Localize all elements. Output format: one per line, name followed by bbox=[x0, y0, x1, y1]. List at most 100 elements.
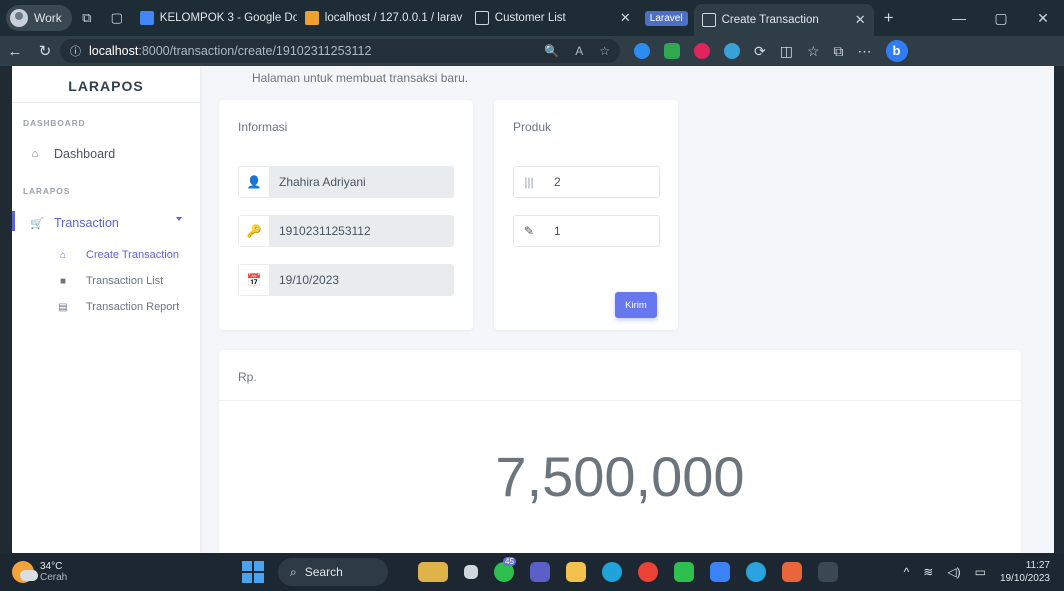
teams-icon[interactable] bbox=[530, 562, 550, 582]
tab-title: KELOMPOK 3 - Google Do bbox=[159, 12, 297, 24]
user-icon: 👤 bbox=[239, 167, 269, 197]
extensions-icon[interactable]: ⟳ bbox=[754, 43, 766, 60]
favorites-icon[interactable]: ☆ bbox=[807, 43, 820, 60]
tab-group-badge[interactable]: Laravel bbox=[644, 10, 688, 26]
sidebar-item-label: Transaction Report bbox=[86, 301, 180, 313]
whatsapp-icon[interactable]: 45 bbox=[494, 557, 516, 582]
chrome-icon[interactable] bbox=[638, 562, 658, 582]
clock-time: 11:27 bbox=[1025, 560, 1050, 571]
todo-icon[interactable] bbox=[710, 562, 730, 582]
sidebar-subitem-transaction-list[interactable]: ■ Transaction List bbox=[58, 275, 163, 287]
tab-google-docs[interactable]: KELOMPOK 3 - Google Do ✕ bbox=[132, 4, 297, 32]
split-screen-icon[interactable]: ◫ bbox=[780, 43, 793, 60]
sidebar-item-label: Transaction bbox=[54, 216, 119, 230]
widgets-icon[interactable] bbox=[418, 562, 448, 582]
chevron-down-icon[interactable] bbox=[176, 217, 182, 221]
section-header-larapos: LARAPOS bbox=[23, 186, 71, 196]
phpmyadmin-icon bbox=[304, 11, 319, 25]
cart-icon: 🛒 bbox=[30, 217, 44, 230]
taskbar-search[interactable]: ⌕ Search bbox=[278, 558, 388, 586]
telegram-icon[interactable] bbox=[746, 562, 766, 582]
total-currency-label: Rp. bbox=[238, 370, 257, 384]
favorite-star-icon[interactable]: ☆ bbox=[599, 44, 610, 58]
tab-customer-list[interactable]: Customer List ✕ bbox=[467, 4, 639, 32]
sidebar-item-label: Dashboard bbox=[54, 147, 116, 161]
read-aloud-icon[interactable]: A bbox=[575, 44, 583, 58]
quantity-input[interactable]: ✎ 1 bbox=[513, 215, 660, 247]
transaction-code-field[interactable]: 🔑 19102311253112 bbox=[238, 215, 454, 247]
maximize-icon[interactable]: ▢ bbox=[980, 10, 1022, 27]
workspaces-icon[interactable]: ⧉ bbox=[72, 10, 102, 26]
key-icon: 🔑 bbox=[239, 216, 269, 246]
windows-start-icon[interactable] bbox=[242, 561, 264, 583]
weather-condition: Cerah bbox=[40, 572, 68, 583]
brand-logo[interactable]: LARAPOS bbox=[12, 78, 200, 94]
sidebar-subitem-create-transaction[interactable]: ⌂ Create Transaction bbox=[58, 249, 179, 261]
weather-widget[interactable]: 34°C Cerah bbox=[12, 561, 212, 583]
more-icon[interactable]: ⋯ bbox=[858, 43, 872, 60]
tab-phpmyadmin[interactable]: localhost / 127.0.0.1 / larav ✕ bbox=[297, 4, 467, 32]
edge-icon[interactable] bbox=[602, 562, 622, 582]
back-icon[interactable]: ← bbox=[0, 43, 30, 60]
profile-label: Work bbox=[34, 11, 62, 25]
home-icon: ⌂ bbox=[31, 148, 39, 160]
extension-icon[interactable] bbox=[694, 43, 710, 59]
copilot-icon[interactable]: b bbox=[885, 40, 908, 62]
window-controls: — ▢ ✕ bbox=[938, 10, 1064, 27]
extension-icon[interactable] bbox=[634, 43, 650, 59]
browser-tab-strip: Work ⧉ ▢ KELOMPOK 3 - Google Do ✕ localh… bbox=[0, 0, 1064, 36]
sidebar-item-label: Transaction List bbox=[86, 275, 164, 287]
produk-title: Produk bbox=[513, 120, 552, 134]
sidebar-subitem-transaction-report[interactable]: ▤ Transaction Report bbox=[58, 301, 179, 313]
info-icon[interactable]: ⓘ bbox=[70, 43, 81, 59]
extension-icon[interactable] bbox=[664, 43, 680, 59]
page-icon bbox=[474, 11, 489, 25]
minimize-icon[interactable]: — bbox=[938, 10, 980, 27]
section-header-dashboard: DASHBOARD bbox=[23, 118, 86, 128]
product-code-value: 2 bbox=[554, 175, 561, 189]
chevron-up-icon[interactable]: ^ bbox=[904, 565, 910, 579]
close-icon[interactable]: ✕ bbox=[620, 10, 631, 26]
terminal-icon[interactable] bbox=[818, 562, 838, 582]
zoom-icon[interactable]: 🔍 bbox=[544, 44, 559, 58]
url-field[interactable]: ⓘ localhost:8000/transaction/create/1910… bbox=[60, 39, 620, 63]
clock[interactable]: 11:27 19/10/2023 bbox=[1000, 559, 1050, 585]
divider bbox=[12, 102, 200, 103]
wifi-icon[interactable]: ≋ bbox=[923, 565, 933, 579]
date-value: 19/10/2023 bbox=[269, 265, 453, 295]
tab-title: localhost / 127.0.0.1 / larav bbox=[324, 12, 463, 24]
sidebar-item-transaction[interactable]: 🛒 Transaction bbox=[30, 216, 119, 230]
close-window-icon[interactable]: ✕ bbox=[1022, 10, 1064, 27]
profile-button[interactable]: Work bbox=[6, 5, 72, 31]
collections-icon[interactable]: ⧉ bbox=[834, 43, 844, 60]
volume-icon[interactable]: ◁) bbox=[947, 565, 960, 579]
battery-icon[interactable]: ▭ bbox=[975, 565, 986, 579]
new-tab-icon[interactable]: + bbox=[874, 8, 904, 28]
task-view-icon[interactable] bbox=[464, 565, 478, 579]
customer-name-field[interactable]: 👤 Zhahira Adriyani bbox=[238, 166, 454, 198]
list-icon: ■ bbox=[59, 275, 67, 287]
date-field[interactable]: 📅 19/10/2023 bbox=[238, 264, 454, 296]
tab-actions-icon[interactable]: ▢ bbox=[102, 10, 132, 26]
tab-create-transaction[interactable]: Create Transaction ✕ bbox=[693, 4, 874, 36]
google-docs-icon bbox=[139, 11, 154, 25]
bag-icon: ⌂ bbox=[59, 249, 67, 261]
refresh-icon[interactable]: ↻ bbox=[30, 42, 60, 60]
system-tray: ^ ≋ ◁) ▭ 11:27 19/10/2023 bbox=[904, 559, 1050, 585]
xampp-icon[interactable] bbox=[782, 562, 802, 582]
active-indicator bbox=[12, 211, 15, 231]
quantity-value: 1 bbox=[554, 224, 561, 238]
taskbar: 34°C Cerah ⌕ Search 45 ^ ≋ ◁) ▭ 11:27 19… bbox=[0, 553, 1064, 591]
file-explorer-icon[interactable] bbox=[566, 562, 586, 582]
clock-date: 19/10/2023 bbox=[999, 573, 1050, 584]
url-host: localhost bbox=[89, 44, 139, 58]
extension-icon[interactable] bbox=[724, 43, 740, 59]
sidebar-item-label: Create Transaction bbox=[86, 249, 179, 261]
product-code-input[interactable]: ||| 2 bbox=[513, 166, 660, 198]
submit-button[interactable]: Kirim bbox=[615, 292, 657, 318]
close-icon[interactable]: ✕ bbox=[855, 12, 866, 28]
sidebar-item-dashboard[interactable]: ⌂ Dashboard bbox=[30, 147, 115, 161]
total-amount: 7,500,000 bbox=[495, 445, 745, 508]
page-subtitle: Halaman untuk membuat transaksi baru. bbox=[252, 71, 469, 85]
line-icon[interactable] bbox=[674, 562, 694, 582]
